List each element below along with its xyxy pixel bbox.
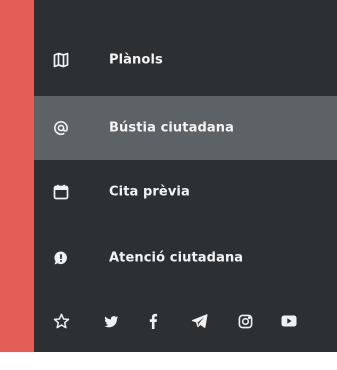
map-icon: [52, 51, 70, 69]
menu-item-cita-previa[interactable]: Cita prèvia: [34, 160, 337, 224]
star-icon[interactable]: [52, 312, 70, 330]
instagram-icon[interactable]: [236, 312, 254, 330]
calendar-icon: [52, 183, 70, 201]
accent-strip: [0, 0, 34, 352]
youtube-icon[interactable]: [280, 312, 298, 330]
at-sign-icon: [52, 119, 70, 137]
facebook-icon[interactable]: [144, 312, 162, 330]
chat-bubble-icon: [52, 249, 70, 267]
menu-item-atencio-ciutadana[interactable]: Atenció ciutadana: [34, 226, 337, 290]
screen: Plànols Bústia ciutadana Cita prèvia Ate…: [0, 0, 337, 370]
social-links: [34, 292, 337, 352]
menu-item-label: Atenció ciutadana: [109, 250, 244, 266]
menu-item-label: Cita prèvia: [109, 184, 190, 200]
menu-item-label: Plànols: [109, 52, 163, 68]
telegram-icon[interactable]: [190, 312, 208, 330]
menu-item-planols[interactable]: Plànols: [34, 28, 337, 92]
page-background: [34, 352, 337, 370]
side-menu: Plànols Bústia ciutadana Cita prèvia Ate…: [34, 0, 337, 352]
menu-item-label: Bústia ciutadana: [109, 120, 234, 136]
menu-item-bustia-ciutadana[interactable]: Bústia ciutadana: [34, 96, 337, 160]
twitter-icon[interactable]: [102, 312, 120, 330]
